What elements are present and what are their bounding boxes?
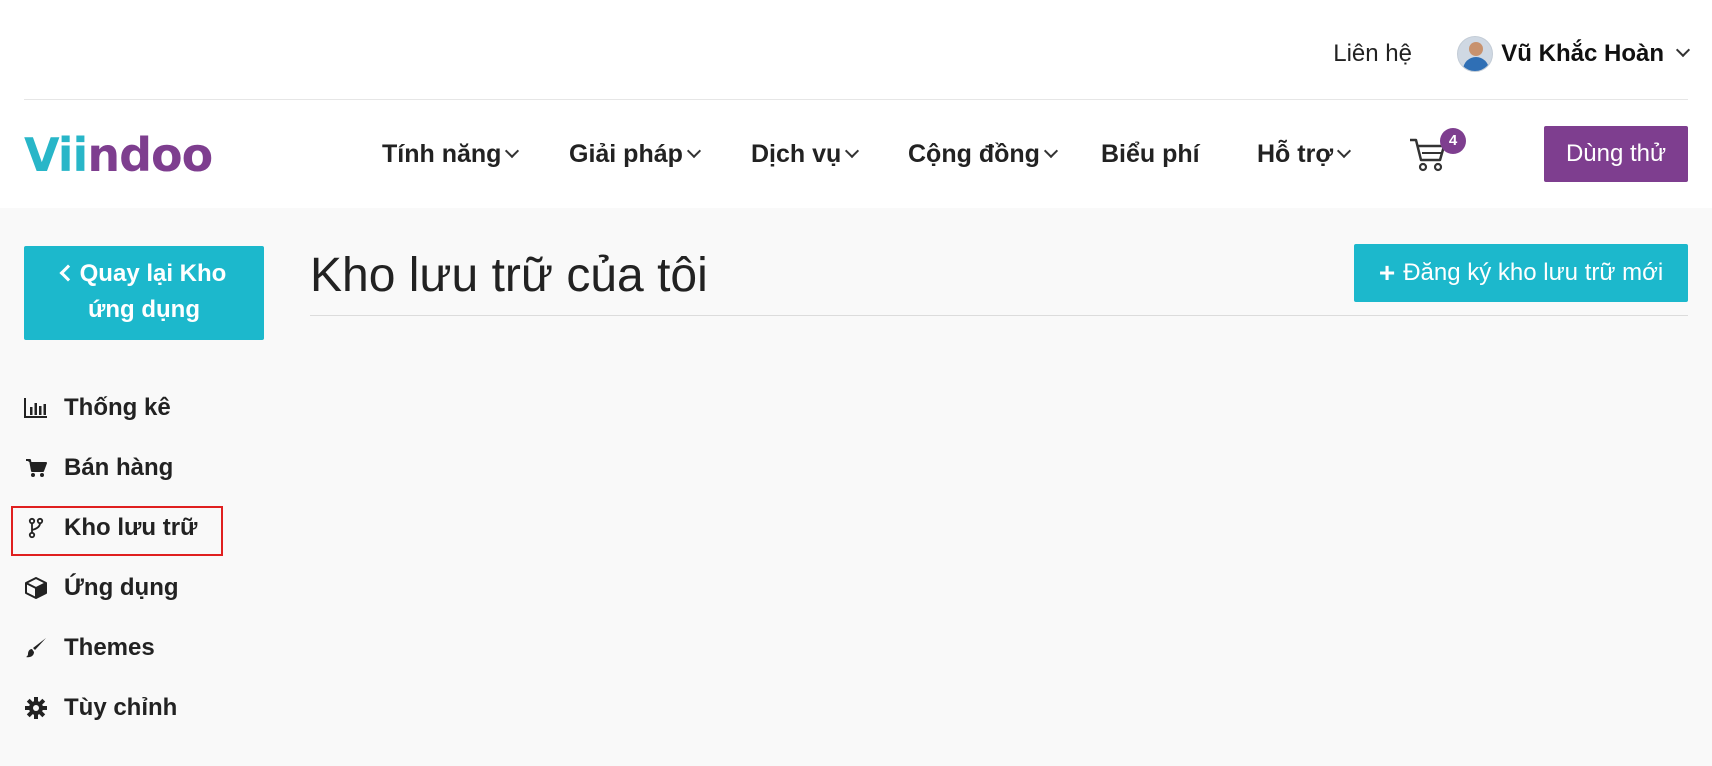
register-new-repo-button[interactable]: + Đăng ký kho lưu trữ mới: [1354, 244, 1688, 302]
nav-label: Biểu phí: [1101, 140, 1200, 168]
sidebar-item-label: Bán hàng: [64, 454, 174, 481]
gear-icon: [24, 696, 48, 720]
chevron-down-icon: [1337, 143, 1352, 158]
chevron-down-icon: [686, 143, 701, 158]
sidebar-item-apps[interactable]: Ứng dụng: [24, 558, 244, 618]
sidebar-item-sales[interactable]: Bán hàng: [24, 438, 244, 498]
back-to-app-store-button[interactable]: Quay lại Kho ứng dụng: [24, 246, 264, 340]
nav-label: Hỗ trợ: [1257, 140, 1334, 168]
chevron-left-icon: [59, 264, 77, 282]
divider: [310, 315, 1688, 316]
top-bar: Liên hệ Vũ Khắc Hoàn: [24, 0, 1691, 100]
main-navbar: Viindoo Tính năng Giải pháp Dịch vụ Cộng…: [24, 100, 1688, 208]
cart-icon: [24, 456, 48, 480]
sidebar-item-label: Themes: [64, 634, 155, 661]
cart-count-badge: 4: [1440, 128, 1466, 154]
sidebar-item-statistics[interactable]: Thống kê: [24, 378, 244, 438]
contact-link[interactable]: Liên hệ: [1333, 40, 1412, 68]
nav-label: Giải pháp: [569, 140, 683, 168]
page-title: Kho lưu trữ của tôi: [310, 249, 708, 302]
sidebar-item-label: Thống kê: [64, 394, 171, 421]
sidebar-nav: Thống kê Bán hàng Kho lưu trữ Ứng dụng T…: [11, 378, 244, 738]
chevron-down-icon: [505, 143, 520, 158]
nav-label: Cộng đồng: [908, 140, 1040, 168]
sidebar-item-repositories[interactable]: Kho lưu trữ: [11, 498, 244, 558]
sidebar-item-themes[interactable]: Themes: [24, 618, 244, 678]
user-name: Vũ Khắc Hoàn: [1501, 40, 1664, 67]
back-label-line2: ứng dụng: [87, 296, 200, 323]
sidebar-item-label: Ứng dụng: [64, 574, 179, 601]
nav-label: Dịch vụ: [751, 140, 842, 168]
chevron-down-icon: [845, 143, 860, 158]
chevron-down-icon: [1043, 143, 1058, 158]
nav-services[interactable]: Dịch vụ: [751, 140, 860, 169]
plus-icon: +: [1378, 257, 1396, 288]
code-fork-icon: [24, 516, 48, 540]
avatar: [1457, 36, 1494, 72]
chevron-down-icon: [1675, 42, 1691, 58]
back-label-line1: Quay lại Kho: [79, 260, 227, 287]
paint-brush-icon: [24, 636, 48, 660]
nav-support[interactable]: Hỗ trợ: [1257, 140, 1352, 169]
free-trial-button[interactable]: Dùng thử: [1544, 126, 1688, 182]
nav-pricing[interactable]: Biểu phí: [1101, 140, 1200, 169]
sidebar-item-customize[interactable]: Tùy chỉnh: [24, 678, 244, 738]
nav-solutions[interactable]: Giải pháp: [569, 140, 701, 169]
nav-community[interactable]: Cộng đồng: [908, 140, 1058, 169]
cube-icon: [24, 576, 48, 600]
register-new-repo-label: Đăng ký kho lưu trữ mới: [1403, 259, 1664, 286]
sidebar-item-label: Tùy chỉnh: [64, 694, 178, 721]
viindoo-logo[interactable]: Viindoo: [24, 128, 213, 182]
content-area: Quay lại Kho ứng dụng Kho lưu trữ của tô…: [0, 208, 1712, 766]
user-menu[interactable]: Vũ Khắc Hoàn: [1457, 36, 1691, 72]
bar-chart-icon: [24, 396, 48, 420]
sidebar-item-label: Kho lưu trữ: [64, 514, 198, 541]
nav-features[interactable]: Tính năng: [382, 140, 520, 169]
nav-label: Tính năng: [382, 140, 502, 168]
